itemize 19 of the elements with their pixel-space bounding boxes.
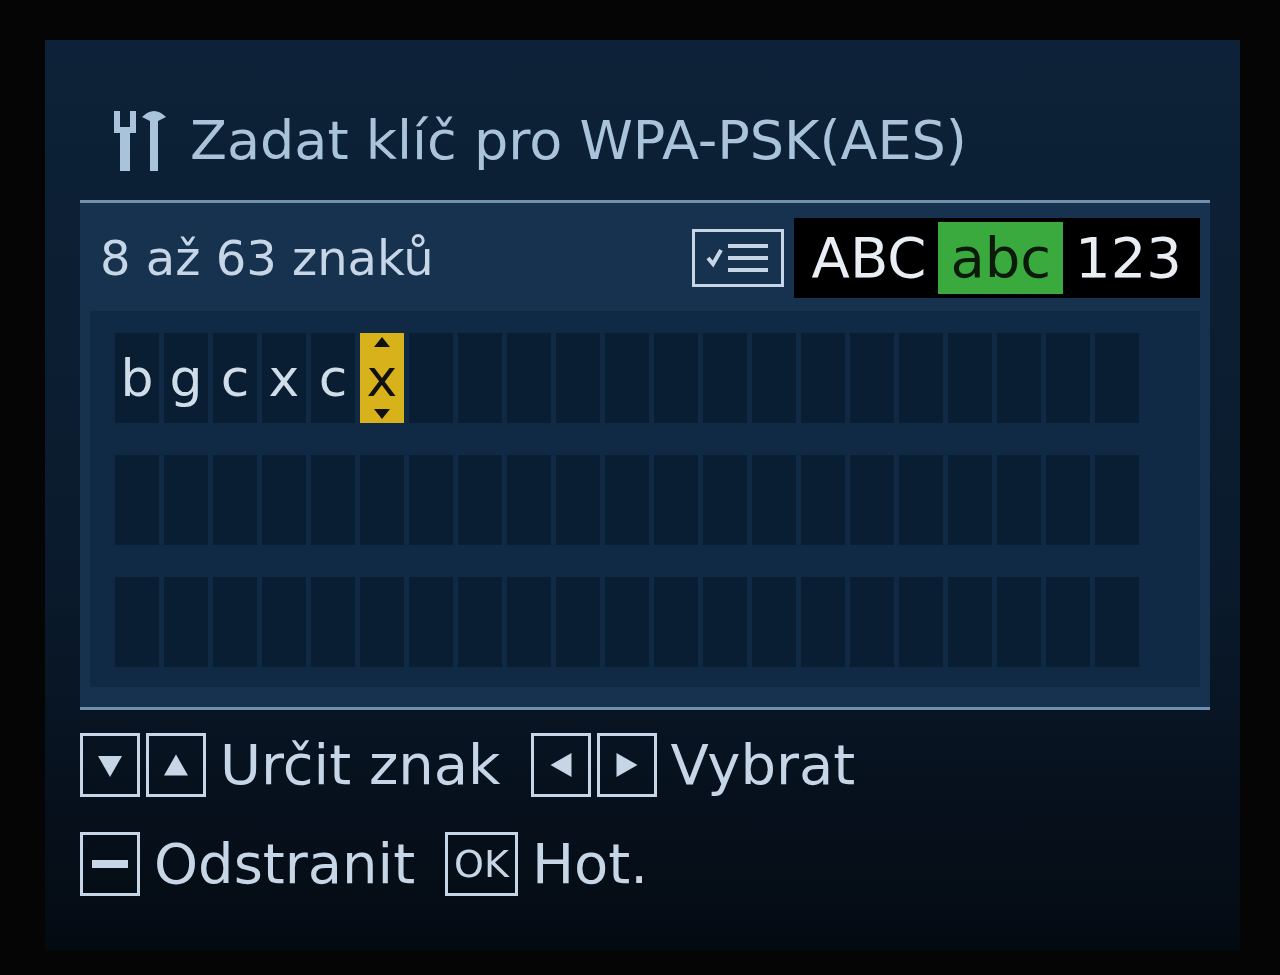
input-mode-tab[interactable]: 123 [1063, 222, 1194, 294]
character-cell: x [262, 333, 306, 423]
input-mode-tab[interactable]: ABC [799, 222, 939, 294]
character-cell: c [311, 333, 355, 423]
minus-icon [92, 859, 128, 868]
key-hint: Určit znak [220, 732, 501, 797]
key-hint: Hot. [531, 831, 649, 896]
screen-title: Zadat klíč pro WPA-PSK(AES) [190, 108, 967, 172]
down-arrow-icon [374, 409, 390, 419]
key-hint: Odstranit [154, 831, 416, 896]
character-cell: b [115, 333, 159, 423]
key-hint: Vybrat [670, 732, 856, 797]
character-cell: c [213, 333, 257, 423]
ok-key: OK [445, 831, 518, 896]
input-mode-tab[interactable]: abc [938, 222, 1064, 294]
up-arrow-icon [374, 337, 390, 347]
length-hint: 8 až 63 znaků [99, 230, 435, 286]
character-cell: g [164, 333, 208, 423]
cursor-cell: x [360, 333, 404, 423]
